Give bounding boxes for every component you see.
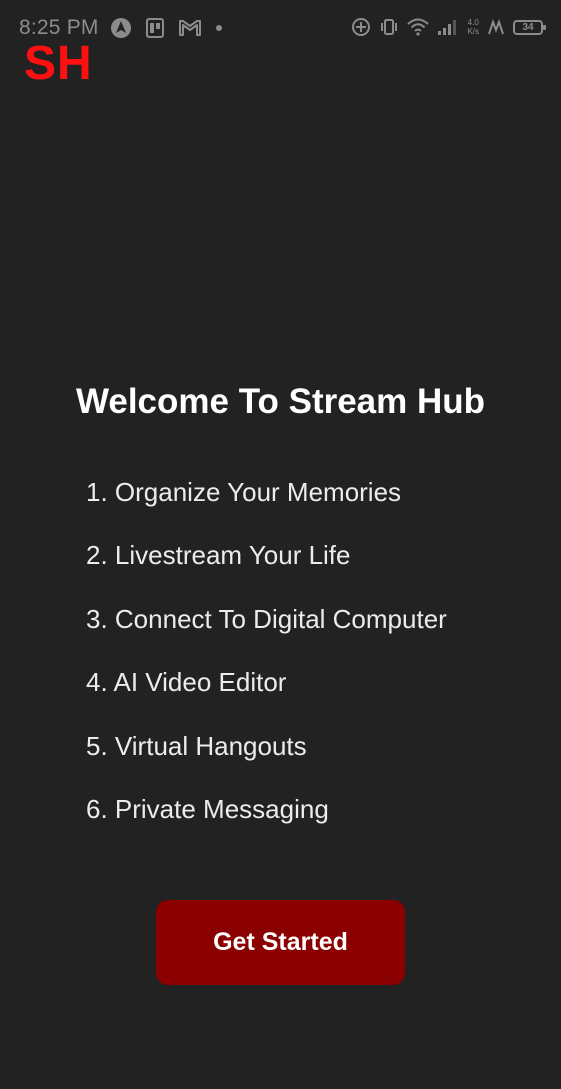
signal-icon: [437, 18, 459, 36]
network-speed-unit: K/s: [467, 27, 479, 36]
network-speed-value: 4.0: [467, 18, 479, 27]
network-speed: 4.0 K/s: [467, 18, 479, 36]
app-logo: SH: [24, 37, 93, 90]
data-saver-icon: [351, 17, 371, 37]
feature-item: 5. Virtual Hangouts: [86, 730, 307, 761]
vibrate-icon: [379, 17, 399, 37]
welcome-screen: 8:25 PM 4.0 K/s 34 SH Welcome To Stream …: [0, 0, 561, 1089]
feature-item: 6. Private Messaging: [86, 793, 329, 824]
feature-item: 4. AI Video Editor: [86, 667, 287, 698]
feature-item: 1. Organize Your Memories: [86, 477, 402, 507]
status-notification-icons: [110, 16, 224, 40]
gmail-icon: [178, 18, 202, 38]
welcome-title: Welcome To Stream Hub: [75, 382, 486, 421]
feature-item: 2. Livestream Your Life: [86, 540, 351, 571]
battery-indicator: 34: [513, 19, 546, 35]
status-system-icons: 4.0 K/s 34: [351, 14, 546, 40]
get-started-button[interactable]: Get Started: [156, 900, 405, 985]
feature-list: 1. Organize Your Memories 2. Livestream …: [86, 470, 447, 850]
feature-item: 3. Connect To Digital Computer: [86, 603, 447, 634]
navigation-arrow-icon: [110, 17, 132, 39]
sim-icon: [487, 18, 505, 36]
notification-dot-icon: [214, 23, 224, 33]
pdf-icon: [144, 17, 166, 39]
wifi-icon: [407, 18, 430, 36]
